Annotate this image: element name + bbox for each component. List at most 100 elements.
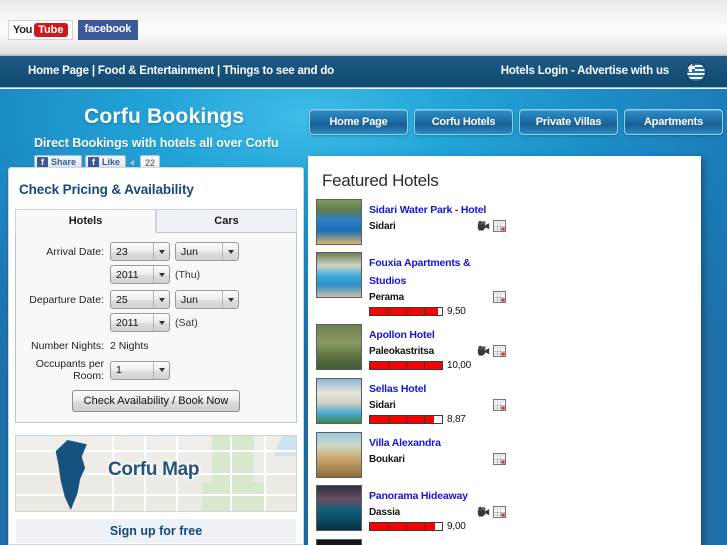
video-camera-icon[interactable] <box>477 506 490 518</box>
hotel-media-icons <box>477 345 506 357</box>
hotel-name-link[interactable]: Sellas Hotel <box>369 383 426 395</box>
hotel-location-row: Perama <box>369 291 506 303</box>
youtube-tube-label: Tube <box>34 23 68 37</box>
check-availability-button[interactable]: Check Availability / Book Now <box>71 390 241 412</box>
hotel-info: Apollon Hotel Paleokastritsa 10,00 <box>369 324 506 371</box>
hotel-card[interactable]: Sidari Water Park - Hotel Sidari <box>316 199 506 245</box>
hotel-name-link[interactable]: Apollon Hotel <box>369 329 435 341</box>
occupants-row: Occupants per Room: 1 <box>24 358 288 382</box>
hotel-thumbnail[interactable] <box>316 252 362 298</box>
rating-bar <box>369 415 443 424</box>
utility-nav-links[interactable]: Home Page | Food & Entertainment | Thing… <box>28 65 334 77</box>
calendar-icon[interactable] <box>493 220 506 232</box>
tab-hotels[interactable]: Hotels <box>15 209 156 233</box>
hotel-card[interactable]: Panorama Hideaway Dassia 9,00 <box>316 485 506 532</box>
hotel-thumbnail[interactable] <box>316 199 362 245</box>
nav-button-private-villas[interactable]: Private Villas <box>519 109 618 135</box>
calendar-icon[interactable] <box>493 506 506 518</box>
hotel-info: Sidari Water Park - Hotel Sidari <box>369 199 506 245</box>
hotel-info: Sellas Hotel Sidari 8,87 <box>369 378 506 425</box>
hotel-name-link[interactable]: Villa Alexandra <box>369 437 441 449</box>
hotel-location: Paleokastritsa <box>369 345 435 357</box>
site-title: Corfu Bookings <box>84 105 245 128</box>
signup-link[interactable]: Sign up for free <box>16 519 296 543</box>
nav-button-home-page[interactable]: Home Page <box>309 109 408 135</box>
occupants-select[interactable]: 1 <box>110 360 170 380</box>
departure-year-select[interactable]: 2011 <box>110 313 170 332</box>
page-root: You Tube facebook Home Page | Food & Ent… <box>0 0 727 545</box>
hotel-card[interactable]: Fouxia Apartments & Studios Perama 9,50 <box>316 252 506 317</box>
tab-cars[interactable]: Cars <box>156 209 297 233</box>
chevron-down-icon <box>222 291 238 308</box>
hotel-thumbnail[interactable] <box>316 432 362 478</box>
hotel-media-icons <box>477 220 506 232</box>
departure-weekday: (Sat) <box>175 316 198 329</box>
corfu-map-promo[interactable]: Corfu Map <box>15 435 297 512</box>
departure-day-value: 25 <box>116 293 128 306</box>
departure-date-row: Departure Date: 25 Jun <box>24 290 288 309</box>
departure-month-select[interactable]: Jun <box>175 290 239 309</box>
main-nav: Home Page Corfu Hotels Private Villas Ap… <box>309 109 723 135</box>
video-camera-icon[interactable] <box>477 220 490 232</box>
departure-day-select[interactable]: 25 <box>110 290 170 309</box>
departure-year-value: 2011 <box>116 316 139 329</box>
hotel-thumbnail[interactable] <box>316 539 362 545</box>
occupants-label: Occupants per Room: <box>24 358 110 382</box>
corfu-map-label: Corfu Map <box>108 459 200 480</box>
arrival-day-value: 23 <box>116 245 128 258</box>
hotel-card[interactable]: Sellas Hotel Sidari 8,87 <box>316 378 506 425</box>
departure-date-label: Departure Date: <box>29 293 104 306</box>
youtube-badge[interactable]: You Tube <box>8 20 73 40</box>
top-strip: You Tube facebook <box>0 0 727 56</box>
facebook-badge[interactable]: facebook <box>77 20 139 40</box>
hotel-thumbnail[interactable] <box>316 485 362 531</box>
featured-hotels-grid: Sidari Water Park - Hotel Sidari Fouxia Ap… <box>308 191 701 545</box>
hotel-media-icons <box>493 399 506 411</box>
featured-hotels-panel: Featured Hotels Sidari Water Park - Hote… <box>308 156 701 545</box>
hotel-media-icons <box>477 506 506 518</box>
nav-button-corfu-hotels[interactable]: Corfu Hotels <box>414 109 513 135</box>
arrival-month-select[interactable]: Jun <box>175 242 239 261</box>
hotel-card[interactable]: Apollon Hotel Paleokastritsa 10,00 <box>316 324 506 371</box>
occupants-label-line2: Room: <box>73 370 104 382</box>
utility-nav-login-advertise[interactable]: Hotels Login - Advertise with us <box>501 65 669 77</box>
rating-value: 9,00 <box>447 521 466 532</box>
hotel-location: Boukari <box>369 453 405 465</box>
hotel-location: Sidari <box>369 220 396 232</box>
hotel-location: Sidari <box>369 399 396 411</box>
calendar-icon[interactable] <box>493 345 506 357</box>
arrival-year-row: 2011 (Thu) <box>24 265 288 284</box>
hotel-name-link[interactable]: Fouxia Apartments & Studios <box>369 257 471 287</box>
hotel-info: Villa Alexandra Boukari <box>369 432 506 478</box>
hotel-location-row: Sidari <box>369 399 506 411</box>
rating-bar <box>369 307 443 316</box>
arrival-date-label: Arrival Date: <box>46 245 104 258</box>
hotel-thumbnail[interactable] <box>316 324 362 370</box>
rating-value: 10,00 <box>447 360 472 371</box>
chevron-down-icon <box>153 243 169 260</box>
hotel-info: Panorama Hideaway Dassia 9,00 <box>369 485 506 532</box>
video-camera-icon[interactable] <box>477 345 490 357</box>
arrival-day-select[interactable]: 23 <box>110 242 170 261</box>
hotel-card[interactable]: Ninos On The BeachRoda10,00 <box>316 539 506 545</box>
rating-bar <box>369 361 443 370</box>
occupants-label-line1: Occupants per <box>35 358 104 370</box>
hotel-card[interactable]: Villa Alexandra Boukari <box>316 432 506 478</box>
calendar-icon[interactable] <box>493 399 506 411</box>
hotel-location: Dassia <box>369 506 401 518</box>
hotel-location-row: Paleokastritsa <box>369 345 506 357</box>
arrival-year-select[interactable]: 2011 <box>110 265 170 284</box>
nav-button-apartments[interactable]: Apartments <box>624 109 723 135</box>
calendar-icon[interactable] <box>493 453 506 465</box>
left-sidebar: Check Pricing & Availability Hotels Cars… <box>8 167 304 545</box>
hotel-rating: 9,00 <box>369 521 506 532</box>
calendar-icon[interactable] <box>493 291 506 303</box>
rating-bar <box>369 522 443 531</box>
arrival-month-value: Jun <box>181 245 198 258</box>
arrival-weekday: (Thu) <box>175 268 201 281</box>
hotel-name-link[interactable]: Panorama Hideaway <box>369 490 468 502</box>
hotel-name-link[interactable]: Sidari Water Park - Hotel <box>369 204 486 216</box>
hotel-thumbnail[interactable] <box>316 378 362 424</box>
chevron-down-icon <box>153 361 169 379</box>
greek-flag-icon[interactable] <box>684 61 708 83</box>
